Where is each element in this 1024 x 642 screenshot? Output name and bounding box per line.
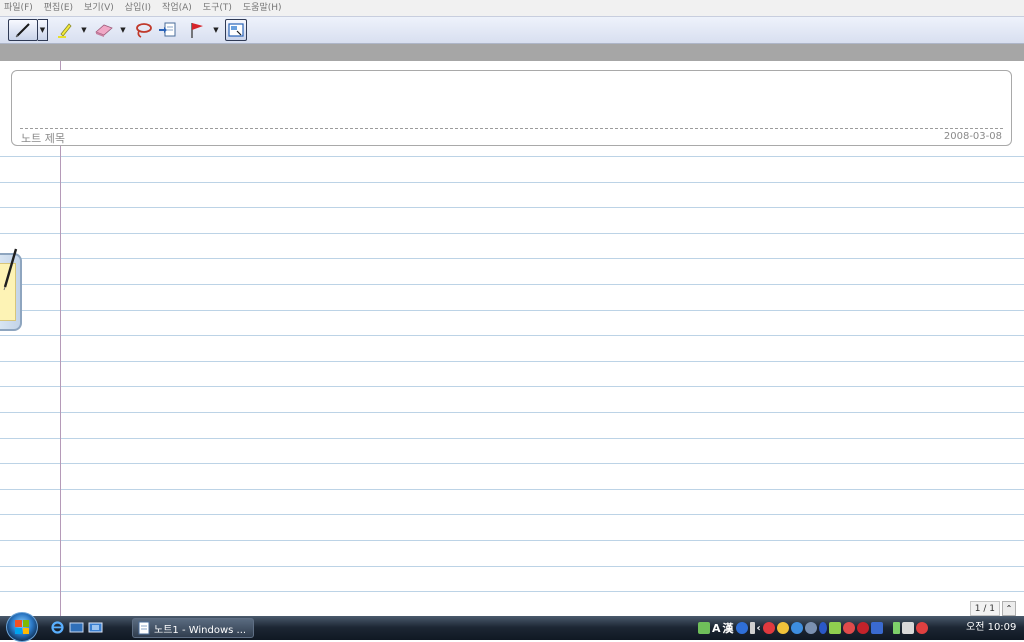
pen-button[interactable] xyxy=(8,19,38,41)
caret-down-icon: ▼ xyxy=(81,26,87,34)
update-icon[interactable] xyxy=(804,622,817,634)
taskbar: 노트1 - Windows ... A 漢 ‹ 오전 10:09 xyxy=(0,612,1024,642)
flag-dropdown-button[interactable]: ▼ xyxy=(211,19,221,41)
page-header-band xyxy=(0,44,1024,61)
ruled-line xyxy=(0,514,1024,515)
options-icon[interactable] xyxy=(749,622,755,634)
bluetooth-icon[interactable] xyxy=(818,622,827,634)
volume-muted-icon[interactable] xyxy=(915,622,928,634)
insert-space-button[interactable] xyxy=(157,19,179,41)
note-page[interactable]: 노트 제목 2008-03-08 xyxy=(0,61,1024,616)
media-icon[interactable] xyxy=(856,622,869,634)
title-underline xyxy=(20,128,1003,129)
ruled-line xyxy=(0,412,1024,413)
ruled-line xyxy=(0,156,1024,157)
ruled-line xyxy=(0,566,1024,567)
pen-icon xyxy=(15,23,30,38)
ruled-line xyxy=(0,438,1024,439)
tablet-input-panel-tab[interactable] xyxy=(0,248,22,331)
collapse-tray-icon[interactable]: ‹ xyxy=(757,623,761,634)
menu-view[interactable]: 보기(V) xyxy=(84,0,114,16)
ruled-line xyxy=(0,207,1024,208)
flag-icon xyxy=(191,23,203,38)
ruled-line xyxy=(0,361,1024,362)
ruled-line xyxy=(0,258,1024,259)
switch-windows-icon xyxy=(88,622,103,633)
lasso-icon xyxy=(136,23,152,38)
highlighter-button[interactable] xyxy=(54,19,76,41)
highlighter-dropdown-button[interactable]: ▼ xyxy=(79,19,89,41)
insert-space-icon xyxy=(159,22,176,37)
network-icon[interactable] xyxy=(901,622,914,634)
menu-bar: 파일(F) 편집(E) 보기(V) 삽입(I) 작업(A) 도구(T) 도움말(… xyxy=(0,0,1024,16)
caret-down-icon: ▼ xyxy=(39,26,46,34)
menu-edit[interactable]: 편집(E) xyxy=(44,0,73,16)
network-status-icon[interactable] xyxy=(790,622,803,634)
menu-actions[interactable]: 작업(A) xyxy=(162,0,192,16)
menu-help[interactable]: 도움말(H) xyxy=(243,0,282,16)
quick-launch xyxy=(50,620,103,635)
ruled-line xyxy=(0,182,1024,183)
page-indicator: 1 / 1 xyxy=(969,601,1000,616)
note-title-area[interactable]: 노트 제목 2008-03-08 xyxy=(11,70,1012,146)
eraser-button[interactable] xyxy=(93,19,115,41)
taskbar-window-button[interactable]: 노트1 - Windows ... xyxy=(132,618,254,638)
ruled-line xyxy=(0,591,1024,592)
menu-file[interactable]: 파일(F) xyxy=(4,0,33,16)
desktop-icon xyxy=(69,622,84,633)
battery-icon[interactable] xyxy=(892,622,900,634)
page-navigation: 1 / 1 ⌃ xyxy=(969,601,1016,616)
ruled-line xyxy=(0,463,1024,464)
toolbar: ▼ ▼ ▼ ▼ xyxy=(0,16,1024,44)
language-bar-icon[interactable] xyxy=(698,622,710,634)
selection-mode-button[interactable] xyxy=(225,19,247,41)
flag-button[interactable] xyxy=(186,19,208,41)
internet-explorer-button[interactable] xyxy=(50,620,65,635)
selection-mode-icon xyxy=(228,23,244,37)
ruled-line xyxy=(0,540,1024,541)
ruled-line xyxy=(0,489,1024,490)
ime-hanja[interactable]: 漢 xyxy=(723,620,734,636)
caret-down-icon: ▼ xyxy=(213,26,219,34)
clock[interactable]: 오전 10:09 xyxy=(966,620,1016,636)
ruled-line xyxy=(0,310,1024,311)
note-title-placeholder: 노트 제목 xyxy=(21,132,65,145)
double-chevron-up-icon: ⌃ xyxy=(1005,604,1013,613)
pen-dropdown-button[interactable]: ▼ xyxy=(38,19,48,41)
ruled-line xyxy=(0,335,1024,336)
ruled-line xyxy=(0,233,1024,234)
display-icon[interactable] xyxy=(870,622,883,634)
note-date: 2008-03-08 xyxy=(943,131,1002,142)
ime-mode-a[interactable]: A xyxy=(712,622,721,635)
security-alert-icon[interactable] xyxy=(762,622,775,634)
menu-tools[interactable]: 도구(T) xyxy=(203,0,232,16)
pen-tray-icon[interactable] xyxy=(828,622,841,634)
eraser-icon xyxy=(95,24,113,37)
shield-icon[interactable] xyxy=(776,622,789,634)
internet-explorer-icon xyxy=(51,621,64,634)
antivirus-icon[interactable] xyxy=(842,622,855,634)
switch-windows-button[interactable] xyxy=(88,620,103,635)
taskbar-window-label: 노트1 - Windows ... xyxy=(154,624,247,636)
page-up-button[interactable]: ⌃ xyxy=(1002,601,1016,616)
help-icon[interactable] xyxy=(735,622,748,634)
highlighter-icon xyxy=(58,23,72,38)
ruled-line xyxy=(0,386,1024,387)
menu-insert[interactable]: 삽입(I) xyxy=(125,0,151,16)
start-button[interactable] xyxy=(6,612,38,642)
eraser-dropdown-button[interactable]: ▼ xyxy=(118,19,128,41)
lasso-button[interactable] xyxy=(132,19,154,41)
caret-down-icon: ▼ xyxy=(120,26,126,34)
stylus-icon xyxy=(3,248,18,291)
windows-logo-icon xyxy=(15,620,29,634)
system-tray: A 漢 ‹ xyxy=(698,619,928,637)
ruled-line xyxy=(0,284,1024,285)
journal-app-icon xyxy=(138,621,150,635)
show-desktop-button[interactable] xyxy=(69,620,84,635)
